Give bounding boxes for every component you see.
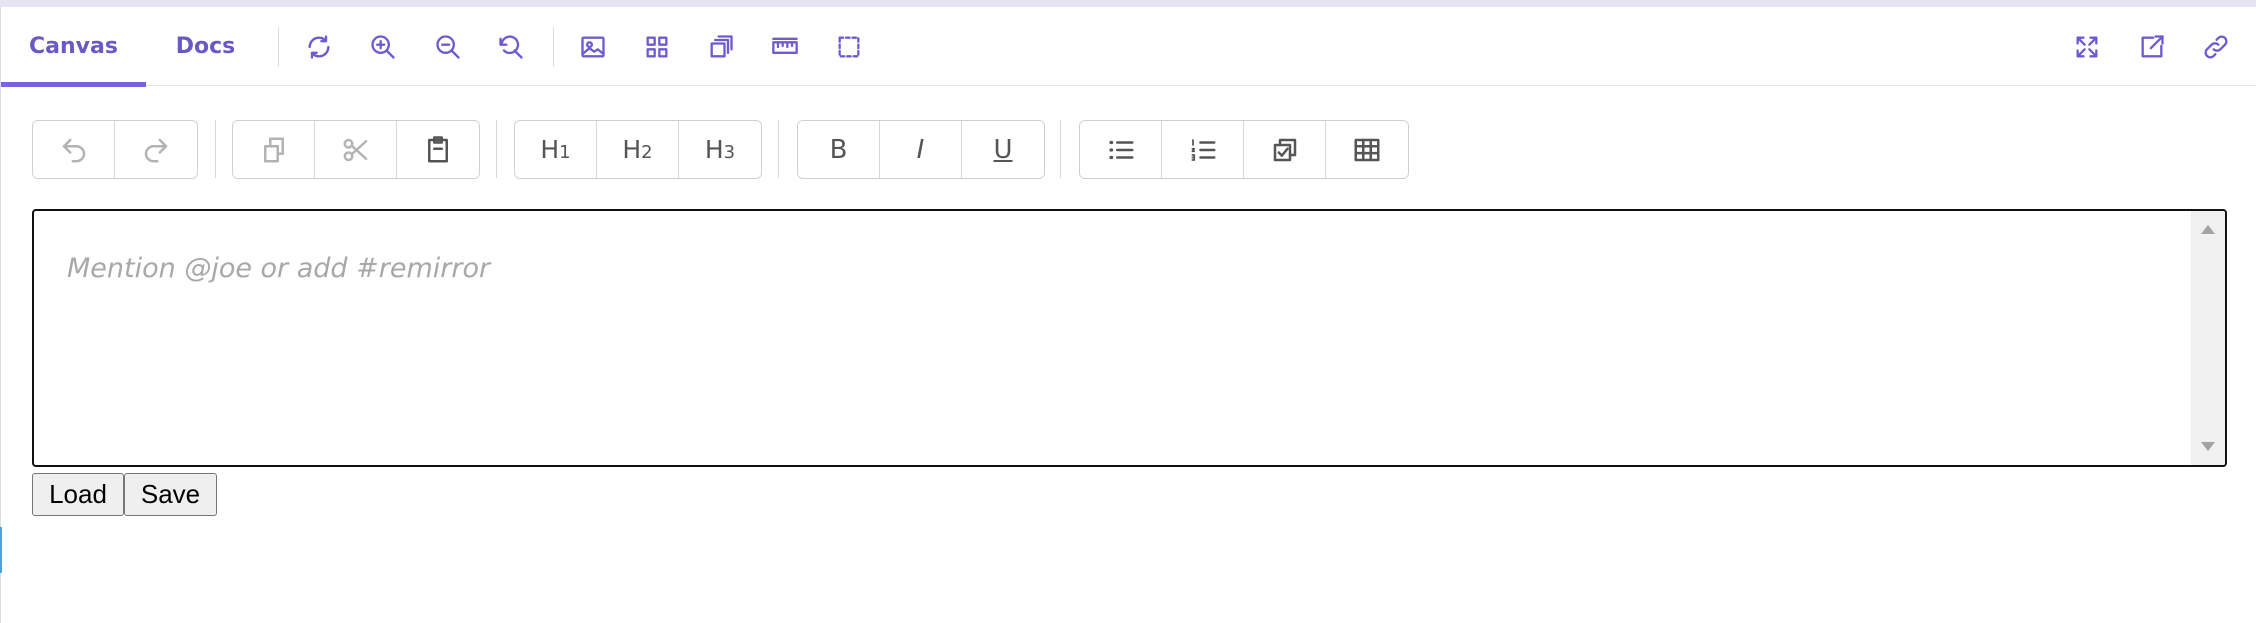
table-button[interactable] <box>1326 121 1408 178</box>
toolbar-divider <box>778 120 779 178</box>
copy-button[interactable] <box>233 121 315 178</box>
cut-button[interactable] <box>315 121 397 178</box>
reset-zoom-icon[interactable] <box>493 29 529 65</box>
task-list-button[interactable] <box>1244 121 1326 178</box>
editor-content[interactable]: Mention @joe or add #remirror <box>32 209 2227 467</box>
bullet-list-button[interactable] <box>1080 121 1162 178</box>
open-new-tab-icon[interactable] <box>2134 29 2170 65</box>
grid-icon[interactable] <box>639 29 675 65</box>
list-group <box>1079 120 1409 179</box>
toolbar-divider <box>278 27 279 67</box>
italic-label: I <box>916 134 925 165</box>
editor-scrollbar[interactable] <box>2191 211 2225 465</box>
underline-label: U <box>993 134 1013 165</box>
heading-group: H1 H2 H3 <box>514 120 762 179</box>
top-strip <box>0 0 2256 7</box>
storybook-toolbar: Canvas Docs <box>1 7 2256 87</box>
paste-button[interactable] <box>397 121 479 178</box>
fullscreen-icon[interactable] <box>2069 29 2105 65</box>
outline-icon[interactable] <box>831 29 867 65</box>
heading-2-label: H2 <box>622 135 653 164</box>
task-list-icon <box>1273 138 1296 161</box>
undo-button[interactable] <box>33 121 115 178</box>
toolbar-divider <box>496 120 497 178</box>
toolbar-divider <box>1060 120 1061 178</box>
heading-3-label: H3 <box>704 135 736 164</box>
heading-1-button[interactable]: H1 <box>515 121 597 178</box>
heading-1-label: H1 <box>540 135 571 164</box>
zoom-out-icon[interactable] <box>430 29 466 65</box>
measure-icon[interactable] <box>767 29 803 65</box>
background-icon[interactable] <box>575 29 611 65</box>
save-button[interactable]: Save <box>124 473 217 516</box>
bold-label: B <box>829 134 848 165</box>
bold-button[interactable]: B <box>798 121 880 178</box>
editor-placeholder: Mention @joe or add #remirror <box>67 253 491 284</box>
viewport-icon[interactable] <box>703 29 739 65</box>
italic-button[interactable]: I <box>880 121 962 178</box>
redo-button[interactable] <box>115 121 197 178</box>
cut-icon <box>343 138 367 161</box>
scroll-down-icon[interactable] <box>2201 442 2215 451</box>
paste-icon <box>428 135 448 162</box>
scroll-up-icon[interactable] <box>2201 225 2215 234</box>
toolbar-divider <box>215 120 216 178</box>
ordered-list-icon <box>1191 138 1215 161</box>
heading-2-button[interactable]: H2 <box>597 121 679 178</box>
load-button[interactable]: Load <box>32 473 124 516</box>
copy-icon <box>263 137 284 162</box>
copy-link-icon[interactable] <box>2198 29 2234 65</box>
zoom-in-icon[interactable] <box>365 29 401 65</box>
underline-button[interactable]: U <box>962 121 1044 178</box>
reload-icon[interactable] <box>301 29 337 65</box>
history-group <box>32 120 198 179</box>
heading-3-button[interactable]: H3 <box>679 121 761 178</box>
redo-icon <box>144 138 168 162</box>
focus-marker <box>0 527 2 573</box>
formatting-group: B I U <box>797 120 1045 179</box>
bullet-list-icon <box>1108 140 1133 159</box>
undo-icon <box>62 138 85 162</box>
tab-docs[interactable]: Docs <box>153 7 258 86</box>
clipboard-group <box>232 120 480 179</box>
tab-canvas[interactable]: Canvas <box>1 7 146 87</box>
table-icon <box>1354 138 1380 161</box>
toolbar-divider <box>553 27 554 67</box>
ordered-list-button[interactable] <box>1162 121 1244 178</box>
